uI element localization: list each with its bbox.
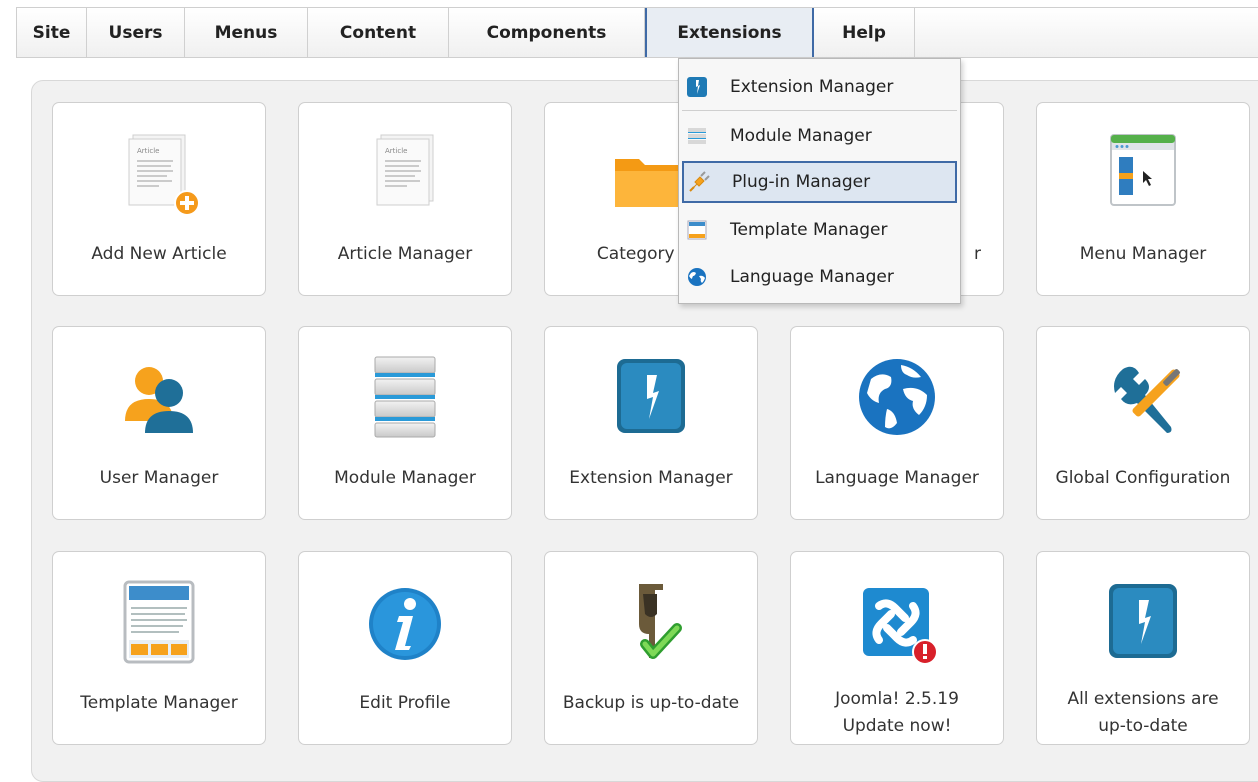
dropdown-language-manager[interactable]: Language Manager bbox=[682, 256, 957, 298]
tile-label-line1: Joomla! 2.5.19 bbox=[835, 689, 959, 709]
dropdown-item-label: Language Manager bbox=[730, 267, 894, 287]
tile-language-manager[interactable]: Language Manager bbox=[790, 326, 1004, 520]
dropdown-template-manager[interactable]: Template Manager bbox=[682, 209, 957, 251]
dropdown-item-label: Module Manager bbox=[730, 126, 872, 146]
menu-users[interactable]: Users bbox=[87, 8, 185, 57]
tile-add-new-article[interactable]: Article Add New Article bbox=[52, 102, 266, 296]
tile-menu-manager[interactable]: Menu Manager bbox=[1036, 102, 1250, 296]
info-icon bbox=[355, 574, 455, 674]
menu-menus[interactable]: Menus bbox=[185, 8, 308, 57]
dropdown-module-manager[interactable]: Module Manager bbox=[682, 115, 957, 157]
tools-icon bbox=[1093, 349, 1193, 449]
dropdown-item-label: Plug-in Manager bbox=[732, 172, 871, 192]
tile-label-line1: All extensions are bbox=[1067, 689, 1219, 709]
dropdown-extension-manager[interactable]: Extension Manager bbox=[682, 66, 957, 108]
joomla-icon bbox=[847, 574, 947, 674]
tile-backup[interactable]: Backup is up-to-date bbox=[544, 551, 758, 745]
template-manager-icon bbox=[109, 574, 209, 674]
menu-components[interactable]: Components bbox=[449, 8, 645, 57]
plugin-icon bbox=[688, 171, 710, 193]
svg-text:Article: Article bbox=[137, 147, 159, 155]
tile-edit-profile[interactable]: Edit Profile bbox=[298, 551, 512, 745]
users-icon bbox=[109, 349, 209, 449]
module-icon bbox=[686, 125, 708, 147]
dropdown-item-label: Extension Manager bbox=[730, 77, 894, 97]
tile-article-manager[interactable]: Article Article Manager bbox=[298, 102, 512, 296]
tile-label: Backup is up-to-date bbox=[562, 693, 740, 713]
tile-label: Extension Manager bbox=[569, 468, 733, 488]
dropdown-plugin-manager[interactable]: Plug-in Manager bbox=[682, 161, 957, 203]
top-menu-bar: Site Users Menus Content Components Exte… bbox=[16, 7, 1258, 58]
extension-icon bbox=[686, 76, 708, 98]
tile-extensions-uptodate[interactable]: All extensions are up-to-date bbox=[1036, 551, 1250, 745]
tile-label-line2: Update now! bbox=[842, 716, 952, 736]
menu-manager-icon bbox=[1093, 125, 1193, 225]
tile-label: Joomla! 2.5.19 Update now! bbox=[791, 686, 1003, 740]
module-manager-icon bbox=[355, 349, 455, 449]
tile-label: Global Configuration bbox=[1055, 468, 1231, 488]
add-article-icon: Article bbox=[109, 125, 209, 225]
dropdown-item-label: Template Manager bbox=[730, 220, 888, 240]
tile-global-configuration[interactable]: Global Configuration bbox=[1036, 326, 1250, 520]
tile-label: Add New Article bbox=[91, 244, 227, 264]
tile-label: Edit Profile bbox=[359, 693, 451, 713]
extensions-dropdown: Extension Manager Module Manager Plug-in… bbox=[678, 58, 961, 304]
tile-label: Module Manager bbox=[334, 468, 476, 488]
tile-label: Template Manager bbox=[80, 693, 238, 713]
tile-module-manager[interactable]: Module Manager bbox=[298, 326, 512, 520]
extensions-uptodate-icon bbox=[1093, 574, 1193, 674]
tile-label: Language Manager bbox=[815, 468, 979, 488]
extension-manager-icon bbox=[601, 349, 701, 449]
tile-joomla-update[interactable]: Joomla! 2.5.19 Update now! bbox=[790, 551, 1004, 745]
dropdown-separator bbox=[682, 110, 957, 111]
svg-text:Article: Article bbox=[385, 147, 407, 155]
language-icon bbox=[686, 266, 708, 288]
globe-icon bbox=[847, 349, 947, 449]
tile-label: Article Manager bbox=[337, 244, 473, 264]
tile-label: User Manager bbox=[99, 468, 219, 488]
tile-label: r bbox=[974, 244, 981, 264]
menu-help[interactable]: Help bbox=[814, 8, 915, 57]
menu-content[interactable]: Content bbox=[308, 8, 449, 57]
backup-icon bbox=[601, 574, 701, 674]
menu-extensions[interactable]: Extensions bbox=[645, 8, 814, 57]
tile-label: All extensions are up-to-date bbox=[1037, 686, 1249, 740]
tile-user-manager[interactable]: User Manager bbox=[52, 326, 266, 520]
article-icon: Article bbox=[355, 125, 455, 225]
template-icon bbox=[686, 219, 708, 241]
menu-site[interactable]: Site bbox=[17, 8, 87, 57]
tile-label: Menu Manager bbox=[1079, 244, 1207, 264]
tile-extension-manager[interactable]: Extension Manager bbox=[544, 326, 758, 520]
tile-label-line2: up-to-date bbox=[1098, 716, 1188, 736]
tile-template-manager[interactable]: Template Manager bbox=[52, 551, 266, 745]
